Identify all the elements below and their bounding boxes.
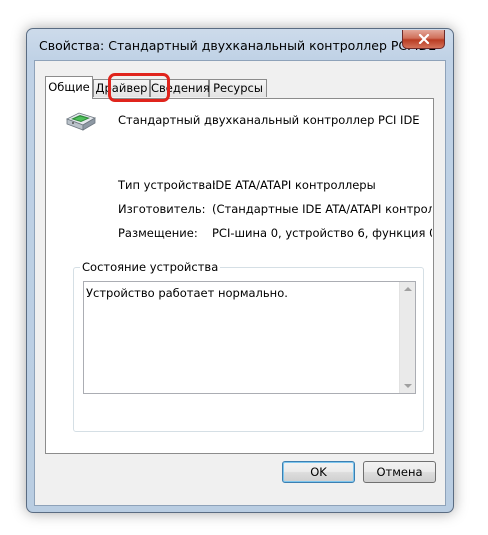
device-status-group: Состояние устройства Устройство работает… (73, 260, 424, 432)
general-tab-panel: Стандартный двухканальный контроллер PCI… (45, 98, 434, 454)
ide-controller-icon (65, 109, 97, 133)
properties-dialog: Свойства: Стандартный двухканальный конт… (26, 28, 454, 513)
location-label: Размещение: (118, 226, 198, 240)
manufacturer-value: (Стандартные IDE ATA/ATAPI контроллеры) (212, 202, 432, 216)
status-scrollbar[interactable] (399, 282, 415, 393)
device-status-text: Устройство работает нормально. (86, 286, 288, 300)
ok-button[interactable]: OK (282, 461, 355, 483)
device-status-title: Состояние устройства (80, 260, 221, 274)
title-bar[interactable]: Свойства: Стандартный двухканальный конт… (27, 29, 453, 61)
device-type-label: Тип устройства: (118, 178, 217, 192)
device-type-value: IDE ATA/ATAPI контроллеры (212, 178, 376, 192)
scroll-up-icon[interactable] (404, 287, 412, 291)
close-icon (418, 34, 430, 44)
manufacturer-label: Изготовитель: (118, 202, 206, 216)
tab-general[interactable]: Общие (45, 76, 93, 99)
cancel-button[interactable]: Отмена (363, 461, 436, 483)
device-status-textbox[interactable]: Устройство работает нормально. (83, 281, 416, 394)
location-value: PCI-шина 0, устройство 6, функция 0 (212, 226, 432, 240)
window-title: Свойства: Стандартный двухканальный конт… (39, 38, 437, 53)
tab-resources[interactable]: Ресурсы (209, 79, 267, 97)
dialog-client-area: Общие Драйвер Сведения Ресурсы Стандартн… (34, 60, 446, 506)
tab-driver[interactable]: Драйвер (93, 79, 150, 97)
tab-details[interactable]: Сведения (150, 79, 210, 97)
scroll-down-icon[interactable] (404, 384, 412, 388)
device-name: Стандартный двухканальный контроллер PCI… (118, 113, 420, 127)
close-button[interactable] (402, 30, 445, 49)
